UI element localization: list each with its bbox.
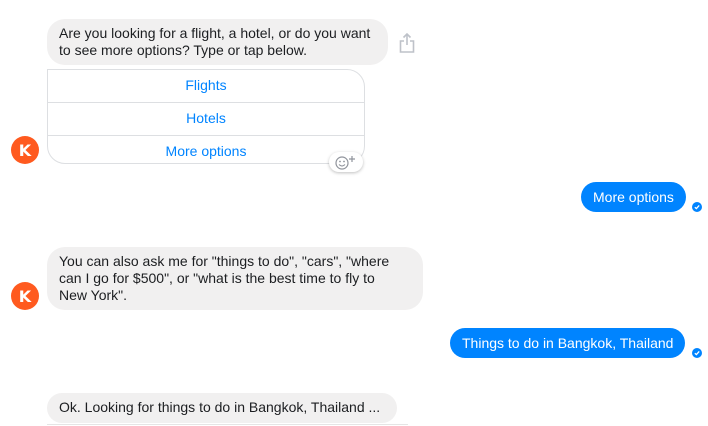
user-message-more-options: More options [581,182,686,212]
bot-message-tip: You can also ask me for "things to do", … [47,247,423,310]
quick-replies-card: Flights Hotels More options [47,69,365,164]
bot-avatar[interactable]: K [11,282,39,310]
bot-avatar-letter: K [18,286,32,306]
bot-avatar-letter: K [18,140,32,160]
seen-check-icon [692,202,702,212]
share-icon[interactable] [397,32,417,54]
quick-reply-flights[interactable]: Flights [48,70,364,103]
next-card-edge [47,424,408,425]
add-reaction-icon[interactable] [329,152,363,172]
bot-message-prompt: Are you looking for a flight, a hotel, o… [47,19,388,65]
quick-reply-more-options[interactable]: More options [48,136,364,163]
seen-check-icon [692,348,702,358]
quick-reply-hotels[interactable]: Hotels [48,103,364,136]
bot-message-status: Ok. Looking for things to do in Bangkok,… [47,393,397,423]
user-message-bangkok: Things to do in Bangkok, Thailand [450,328,686,358]
bot-avatar[interactable]: K [11,136,39,164]
